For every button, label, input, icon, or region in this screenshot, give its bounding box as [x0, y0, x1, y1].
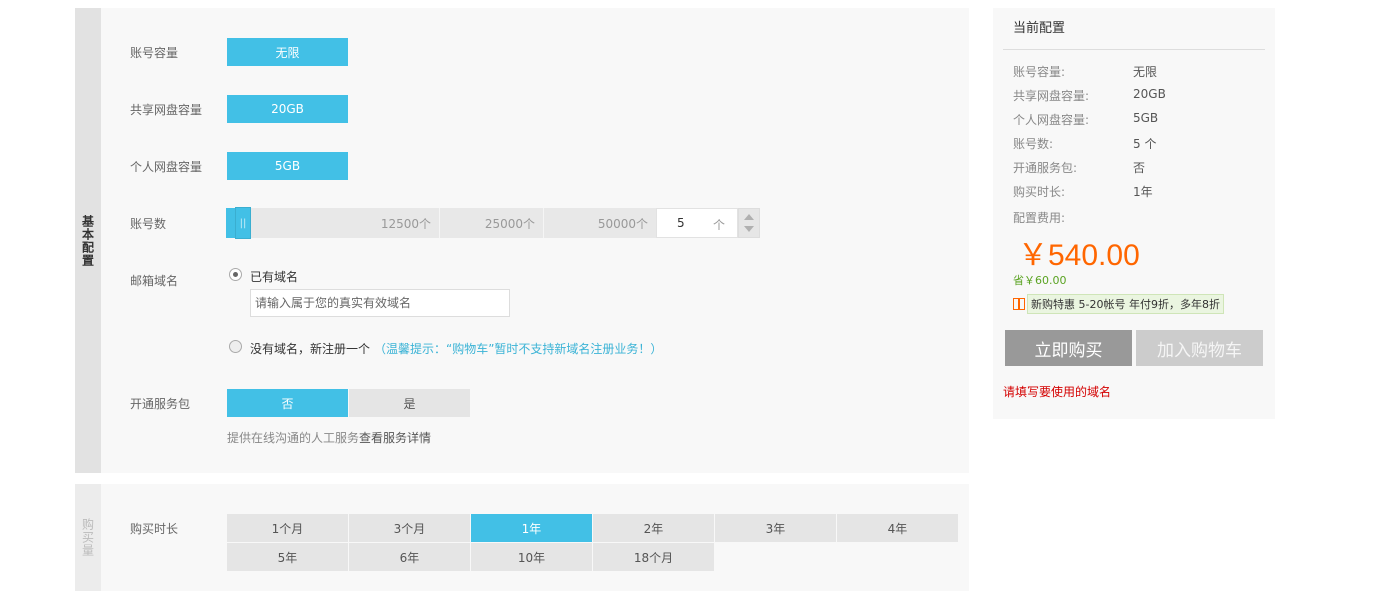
capacity-option-unlimited[interactable]: 无限 [227, 38, 348, 66]
promo-text: 新购特惠 5-20帐号 年付9折，多年8折 [1027, 294, 1224, 314]
slider-mark-label: 25000个 [484, 216, 535, 231]
service-desc: 提供在线沟通的人工服务查看服务详情 [227, 429, 431, 446]
service-option-yes[interactable]: 是 [349, 389, 470, 417]
service-label: 开通服务包 [130, 397, 191, 411]
have-domain-label: 已有域名 [250, 270, 299, 284]
duration-option[interactable]: 6年 [349, 543, 470, 571]
summary-key: 共享网盘容量: [1013, 89, 1090, 103]
radio-no-domain[interactable] [229, 340, 242, 353]
fee-label: 配置费用: [1013, 211, 1066, 225]
gift-icon [1013, 298, 1025, 310]
summary-value: 5GB [1133, 111, 1159, 125]
duration-option-selected[interactable]: 1年 [471, 514, 592, 542]
accounts-label: 账号数 [130, 217, 167, 231]
duration-option[interactable]: 2年 [593, 514, 714, 542]
service-option-no[interactable]: 否 [227, 389, 348, 417]
no-domain-label: 没有域名，新注册一个 [250, 342, 371, 356]
shared-disk-label: 共享网盘容量 [130, 103, 203, 117]
slider-mark-12500[interactable]: 12500个 [226, 208, 440, 238]
accounts-stepper[interactable] [738, 208, 760, 238]
basic-config-tab-label: 基本配置 [80, 214, 95, 267]
capacity-label: 账号容量 [130, 46, 179, 60]
duration-option[interactable]: 3年 [715, 514, 836, 542]
duration-label: 购买时长 [130, 522, 179, 536]
duration-option[interactable]: 5年 [227, 543, 348, 571]
summary-key: 账号数: [1013, 137, 1054, 151]
slider-mark-label: 12500个 [380, 216, 431, 231]
summary-key: 账号容量: [1013, 65, 1066, 79]
summary-key: 开通服务包: [1013, 161, 1078, 175]
total-price: ￥540.00 [1018, 239, 1140, 272]
slider-mark-25000[interactable]: 25000个 [440, 208, 544, 238]
slider-handle[interactable]: || [235, 207, 251, 239]
basic-config-tab: 基本配置 [75, 8, 101, 473]
buy-now-button[interactable]: 立即购买 [1005, 330, 1132, 366]
radio-have-domain[interactable] [229, 268, 242, 281]
accounts-number-value: 5 [677, 216, 685, 230]
domain-tip: （温馨提示：“购物车”暂时不支持新域名注册业务！） [374, 342, 663, 356]
summary-key: 个人网盘容量: [1013, 113, 1090, 127]
current-config-title: 当前配置 [1003, 8, 1265, 50]
slider-mark-50000[interactable]: 50000个 [544, 208, 656, 238]
current-config-panel: 当前配置 账号容量: 无限 共享网盘容量: 20GB 个人网盘容量: 5GB 账… [993, 8, 1275, 419]
duration-option[interactable]: 10年 [471, 543, 592, 571]
stepper-down-icon[interactable] [744, 226, 754, 232]
personal-disk-option[interactable]: 5GB [227, 152, 348, 180]
slider-mark-label: 50000个 [597, 216, 648, 231]
promo-banner: 新购特惠 5-20帐号 年付9折，多年8折 [1013, 294, 1224, 314]
basic-config-panel: 基本配置 [75, 8, 969, 473]
service-desc-text: 提供在线沟通的人工服务 [227, 431, 360, 445]
domain-error-message: 请填写要使用的域名 [1003, 385, 1112, 399]
purchase-tab-label: 购买量 [80, 518, 95, 557]
shared-disk-option[interactable]: 20GB [227, 95, 348, 123]
duration-option[interactable]: 1个月 [227, 514, 348, 542]
summary-value: 20GB [1133, 87, 1166, 101]
service-detail-link[interactable]: 查看服务详情 [359, 431, 431, 445]
summary-key: 购买时长: [1013, 185, 1066, 199]
duration-option[interactable]: 3个月 [349, 514, 470, 542]
accounts-number-input[interactable]: 5 个 [656, 208, 738, 238]
domain-label: 邮箱域名 [130, 274, 179, 288]
duration-option[interactable]: 4年 [837, 514, 958, 542]
summary-value: 5 个 [1133, 137, 1157, 151]
summary-value: 1年 [1133, 185, 1153, 199]
duration-option[interactable]: 18个月 [593, 543, 714, 571]
personal-disk-label: 个人网盘容量 [130, 160, 203, 174]
purchase-tab: 购买量 [75, 484, 101, 591]
saving-amount: 省￥60.00 [1013, 274, 1067, 287]
domain-input[interactable] [250, 289, 510, 317]
stepper-up-icon[interactable] [744, 214, 754, 220]
accounts-slider[interactable]: 12500个 25000个 50000个 || [226, 207, 656, 239]
summary-value: 无限 [1133, 65, 1158, 79]
accounts-number-unit: 个 [713, 218, 726, 232]
add-to-cart-button[interactable]: 加入购物车 [1136, 330, 1263, 366]
summary-value: 否 [1133, 161, 1146, 175]
